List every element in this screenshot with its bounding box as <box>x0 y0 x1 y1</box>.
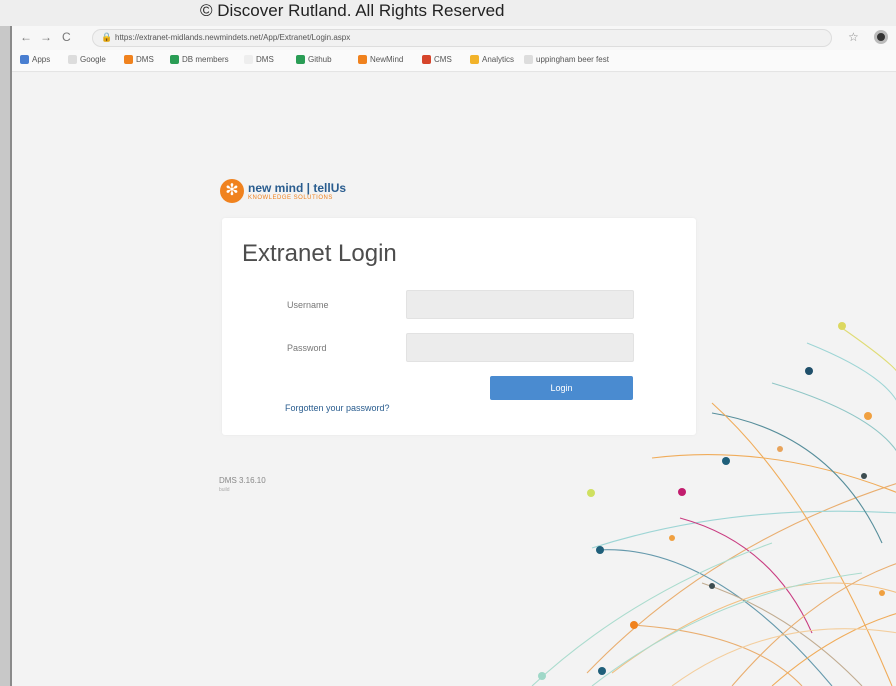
bookmark-item[interactable]: Analytics <box>470 55 514 64</box>
bookmark-star-icon[interactable]: ☆ <box>848 30 859 44</box>
brand-tagline: KNOWLEDGE SOLUTIONS <box>248 195 333 201</box>
back-icon[interactable]: ← <box>20 30 32 44</box>
copyright-banner: © Discover Rutland. All Rights Reserved <box>0 0 896 26</box>
login-button[interactable]: Login <box>490 376 633 400</box>
bookmark-label: uppingham beer fest <box>536 55 609 64</box>
bookmark-label: DMS <box>136 55 154 64</box>
bookmark-favicon-icon <box>244 55 253 64</box>
bookmark-item[interactable]: uppingham beer fest <box>524 55 609 64</box>
bookmark-favicon-icon <box>20 55 29 64</box>
reload-icon[interactable]: C <box>62 30 71 44</box>
bookmark-favicon-icon <box>422 55 431 64</box>
bookmarks-bar: Apps Google DMS DB members DMS Github NewMind C… <box>12 50 896 72</box>
bookmark-label: NewMind <box>370 55 404 64</box>
bookmark-label: Google <box>80 55 106 64</box>
bookmark-label: DB members <box>182 55 229 64</box>
bookmark-item[interactable]: CMS <box>422 55 452 64</box>
bookmark-label: Github <box>308 55 332 64</box>
bookmark-favicon-icon <box>524 55 533 64</box>
bookmark-favicon-icon <box>124 55 133 64</box>
version-subtext: build <box>219 487 230 493</box>
username-label: Username <box>287 300 329 310</box>
bookmark-label: Analytics <box>482 55 515 64</box>
page-title: Extranet Login <box>242 240 397 267</box>
profile-avatar[interactable] <box>874 30 888 44</box>
bookmark-label: Apps <box>32 55 51 64</box>
browser-window: ← → C 🔒 https://extranet-midlands.newmin… <box>10 26 896 686</box>
brand-name: new mind | tellUs <box>248 181 347 195</box>
bookmark-item[interactable]: DMS <box>244 55 274 64</box>
password-input[interactable] <box>406 333 634 362</box>
login-card: Extranet Login Username Password Login F… <box>222 218 696 435</box>
bookmark-label: CMS <box>434 55 452 64</box>
version-text: DMS 3.16.10 <box>219 476 266 485</box>
bookmark-item[interactable]: Apps <box>20 55 50 64</box>
copyright-text: © Discover Rutland. All Rights Reserved <box>200 1 505 20</box>
login-page: ✻ new mind | tellUs KNOWLEDGE SOLUTIONS … <box>12 73 896 686</box>
bookmark-favicon-icon <box>296 55 305 64</box>
forgot-password-link[interactable]: Forgotten your password? <box>285 403 390 413</box>
bookmark-favicon-icon <box>470 55 479 64</box>
bookmark-label: DMS <box>256 55 274 64</box>
bookmark-item[interactable]: Github <box>296 55 332 64</box>
password-label: Password <box>287 343 327 353</box>
lock-icon: 🔒 <box>101 32 113 42</box>
url-text: https://extranet-midlands.newmindets.net… <box>115 33 351 42</box>
bookmark-item[interactable]: NewMind <box>358 55 403 64</box>
brand-logo: ✻ new mind | tellUs KNOWLEDGE SOLUTIONS <box>220 179 346 203</box>
bookmark-favicon-icon <box>68 55 77 64</box>
bookmark-favicon-icon <box>170 55 179 64</box>
browser-toolbar: ← → C 🔒 https://extranet-midlands.newmin… <box>12 26 896 50</box>
address-bar[interactable]: 🔒 https://extranet-midlands.newmindets.n… <box>92 29 832 47</box>
forward-icon[interactable]: → <box>40 30 52 44</box>
bookmark-item[interactable]: DMS <box>124 55 154 64</box>
brand-mark-icon: ✻ <box>220 179 244 203</box>
username-input[interactable] <box>406 290 634 319</box>
bookmark-favicon-icon <box>358 55 367 64</box>
bookmark-item[interactable]: DB members <box>170 55 229 64</box>
bookmark-item[interactable]: Google <box>68 55 106 64</box>
